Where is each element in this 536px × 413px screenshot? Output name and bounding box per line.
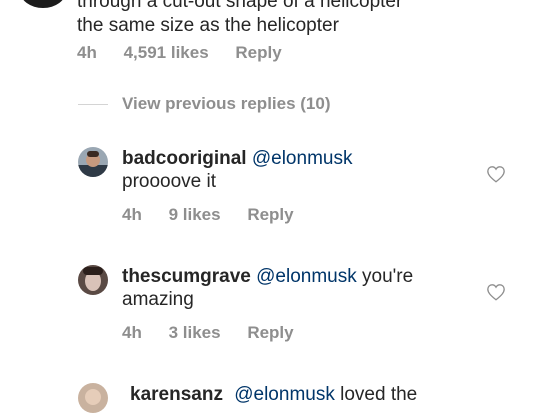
view-previous-replies-button[interactable]: View previous replies (10) [122, 94, 331, 114]
username[interactable]: thescumgrave [122, 266, 251, 287]
comment-text: you're [362, 266, 414, 287]
avatar[interactable] [78, 383, 108, 413]
comment-text-line: through a cut-out shape of a helicopter [77, 0, 403, 12]
user-avatar-icon [78, 147, 108, 177]
mention-link[interactable]: @elonmusk [256, 266, 357, 287]
user-avatar-icon [78, 265, 108, 295]
comment-meta: 4h 3 likes Reply [122, 323, 294, 343]
heart-outline-icon [487, 166, 505, 183]
comment-meta: 4h 9 likes Reply [122, 205, 294, 225]
avatar[interactable] [20, 0, 66, 8]
heart-outline-icon [487, 284, 505, 301]
mention-link[interactable]: @elonmusk [252, 148, 353, 169]
comment-text: through a cut-out shape of a helicopter … [77, 0, 527, 38]
avatar[interactable] [78, 265, 108, 295]
reply-comment: karensanz @elonmusk loved the [130, 383, 470, 406]
reply-comment: badcooriginal @elonmusk proooove it [122, 147, 462, 193]
comment-text: proooove it [122, 171, 217, 192]
reply-button[interactable]: Reply [247, 205, 293, 225]
reply-button[interactable]: Reply [235, 43, 281, 63]
divider [78, 104, 108, 105]
timestamp: 4h [122, 323, 142, 342]
timestamp: 4h [77, 43, 97, 62]
reply-button[interactable]: Reply [247, 323, 293, 343]
like-button[interactable] [486, 283, 506, 306]
user-avatar-icon [78, 383, 108, 413]
avatar[interactable] [78, 147, 108, 177]
likes-count[interactable]: 3 likes [169, 323, 221, 343]
reply-comment: thescumgrave @elonmusk you're amazing [122, 265, 462, 311]
like-button[interactable] [486, 165, 506, 188]
comment-text-line: the same size as the helicopter [77, 15, 339, 36]
timestamp: 4h [122, 205, 142, 224]
comment-meta: 4h 4,591 likes Reply [77, 43, 282, 63]
likes-count[interactable]: 4,591 likes [124, 43, 209, 63]
username[interactable]: badcooriginal [122, 148, 247, 169]
likes-count[interactable]: 9 likes [169, 205, 221, 225]
comment-text: amazing [122, 289, 194, 310]
